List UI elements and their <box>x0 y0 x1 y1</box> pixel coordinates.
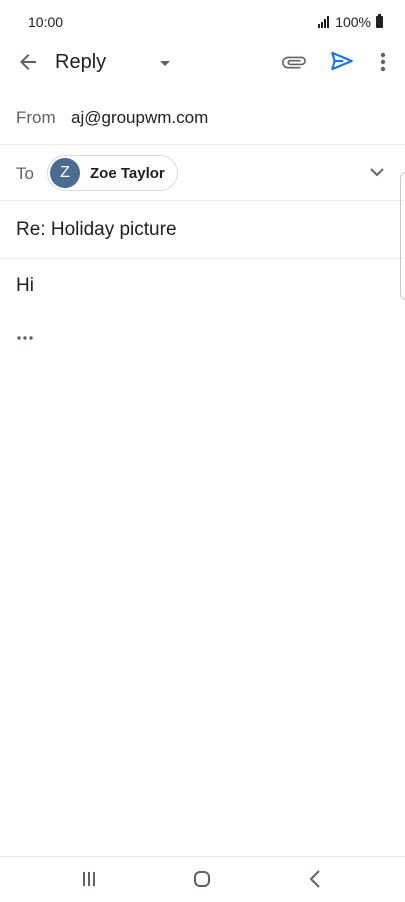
signal-icon <box>318 16 330 28</box>
to-row[interactable]: To Z Zoe Taylor <box>0 145 405 201</box>
back-arrow-icon[interactable] <box>16 50 40 74</box>
battery-percent: 100% <box>335 14 371 30</box>
status-indicators: 100% <box>318 14 383 30</box>
compose-screen: 10:00 100% Reply From aj@groupwm.com To … <box>0 0 405 902</box>
chevron-down-icon[interactable] <box>367 162 387 182</box>
home-icon[interactable] <box>193 870 211 888</box>
back-icon[interactable] <box>308 869 322 889</box>
status-time: 10:00 <box>28 14 64 30</box>
show-quoted-text-icon[interactable] <box>16 334 34 342</box>
from-label: From <box>16 108 56 127</box>
battery-icon <box>376 14 383 28</box>
from-row[interactable]: From aj@groupwm.com <box>0 92 405 145</box>
navigation-bar <box>0 856 405 902</box>
status-bar: 10:00 100% <box>0 0 405 46</box>
recipient-chip[interactable]: Z Zoe Taylor <box>47 155 178 191</box>
app-bar: Reply <box>0 46 405 78</box>
subject-field[interactable]: Re: Holiday picture <box>16 219 177 241</box>
recipient-name: Zoe Taylor <box>90 164 165 182</box>
paperclip-icon[interactable] <box>281 49 307 75</box>
recents-icon[interactable] <box>80 870 98 888</box>
compose-mode-title[interactable]: Reply <box>55 50 106 74</box>
chevron-down-icon[interactable] <box>156 54 174 72</box>
to-label: To <box>16 164 34 183</box>
edge-panel-handle[interactable] <box>400 172 405 300</box>
send-icon[interactable] <box>329 48 355 74</box>
from-address[interactable]: aj@groupwm.com <box>71 108 208 128</box>
message-body[interactable]: Hi <box>16 275 34 297</box>
avatar: Z <box>50 158 80 188</box>
more-vertical-icon[interactable] <box>372 49 394 75</box>
subject-row[interactable]: Re: Holiday picture <box>0 201 405 259</box>
